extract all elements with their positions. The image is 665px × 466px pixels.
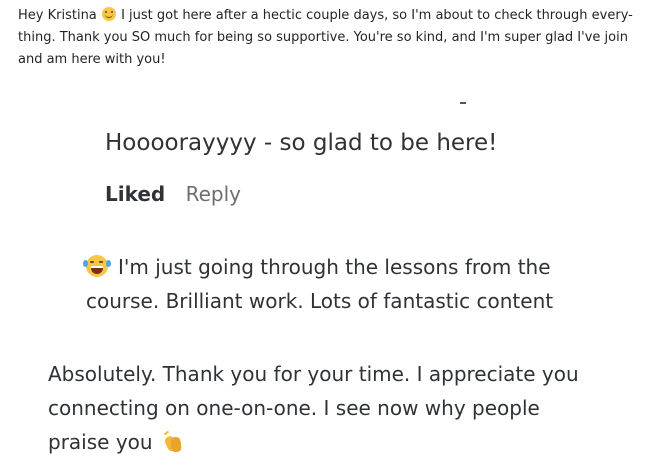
message-line-text: I'm just going through the lessons from … (118, 255, 551, 279)
message-line: I'm just going through the lessons from … (83, 250, 553, 284)
message-text-first: Hey Kristina I just got here after a hec… (18, 5, 663, 71)
divider-mark (460, 102, 466, 104)
message-line: Hey Kristina I just got here after a hec… (18, 5, 663, 27)
laughing-tears-emoji-icon (83, 255, 111, 277)
smile-emoji-icon (101, 7, 116, 21)
message-line: Absolutely. Thank you for your time. I a… (48, 362, 579, 386)
clapping-hands-emoji-icon (163, 430, 183, 453)
reply-button[interactable]: Reply (186, 182, 241, 206)
message-line: and am here with you! (18, 52, 166, 67)
greeting-text: Hey Kristina (18, 8, 97, 23)
reply-message-text: Hoooorayyyy - so glad to be here! (105, 130, 498, 156)
message-text-fourth: Absolutely. Thank you for your time. I a… (48, 357, 579, 459)
liked-button[interactable]: Liked (105, 182, 165, 206)
message-line: connecting on one-on-one. I see now why … (48, 396, 540, 420)
message-line: course. Brilliant work. Lots of fantasti… (86, 289, 554, 313)
comment-actions: Liked Reply (105, 180, 241, 208)
message-line: thing. Thank you SO much for being so su… (18, 30, 628, 45)
message-line: praise you (48, 425, 579, 459)
message-line-rest: I just got here after a hectic couple da… (121, 8, 633, 23)
message-text-third: I'm just going through the lessons from … (83, 250, 554, 318)
message-line-text: praise you (48, 430, 153, 454)
